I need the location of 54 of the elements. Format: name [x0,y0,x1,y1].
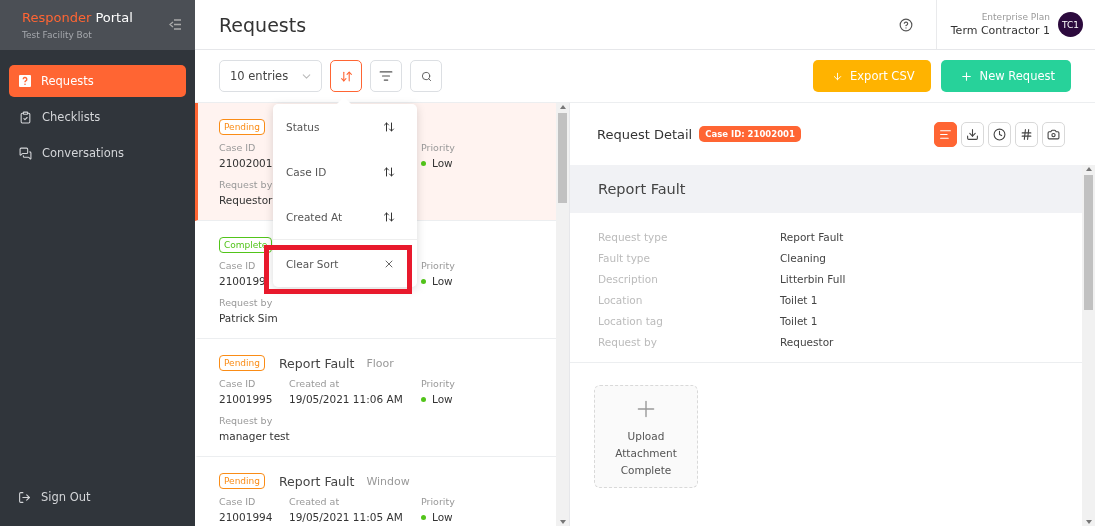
priority-value: Low [421,157,453,169]
requester-name: Patrick Sim [219,312,278,324]
detail-label: Location tag [598,315,664,327]
request-category: Window [366,474,410,488]
request-title: Report Fault [279,355,355,371]
detail-value: Litterbin Full [780,273,847,285]
status-badge: Pending [219,355,265,371]
brand-title: Responder Portal [22,10,133,25]
section-title: Report Fault [570,165,1082,213]
case-id: 2100199 [219,275,266,287]
priority-value: Low [421,511,453,523]
case-id: 21002001 [219,157,273,169]
detail-value: Toilet 1 [780,294,819,306]
requester-name: manager test [219,430,290,442]
detail-label: Request type [598,231,669,243]
created-at: 19/05/2021 11:06 AM [289,393,403,405]
status-badge: Pending [219,473,265,489]
field-label: Request by [219,415,273,426]
requester-name: Requestor [219,194,273,206]
field-label: Priority [421,378,455,389]
detail-label: Request by [598,336,658,348]
field-label: Case ID [219,260,256,271]
field-label: Case ID [219,496,256,507]
case-id: 21001995 [219,393,273,405]
detail-value: Cleaning [780,252,828,264]
request-title: Report Fault [279,473,355,489]
detail-label: Location [598,294,644,306]
plan-label: Enterprise Plan [981,12,1050,22]
detail-value: Toilet 1 [780,315,819,327]
detail-label: Description [598,273,659,285]
created-at: 19/05/2021 11:05 AM [289,511,403,523]
page-title: Requests [219,13,308,36]
detail-title: Request Detail [597,126,693,142]
field-label: Case ID [219,142,256,153]
case-id-badge: Case ID: 21002001 [699,126,801,142]
status-badge: Complete [219,237,273,253]
detail-value: Requestor [780,336,835,348]
detail-label: Fault type [598,252,651,264]
priority-value: Low [421,275,453,287]
field-label: Priority [421,142,455,153]
field-label: Case ID [219,378,256,389]
case-id: 21001994 [219,511,273,523]
field-label: Created at [289,496,340,507]
brand-subtitle: Test Facility Bot [22,30,93,40]
field-label: Request by [219,179,273,190]
field-label: Priority [421,496,455,507]
field-label: Request by [219,297,273,308]
field-label: Created at [289,378,340,389]
detail-value: Report Fault [780,231,845,243]
status-badge: Pending [219,119,265,135]
field-label: Priority [421,260,455,271]
user-name: Term Contractor 1 [950,24,1050,37]
request-category: Floor [366,356,394,370]
priority-value: Low [421,393,453,405]
